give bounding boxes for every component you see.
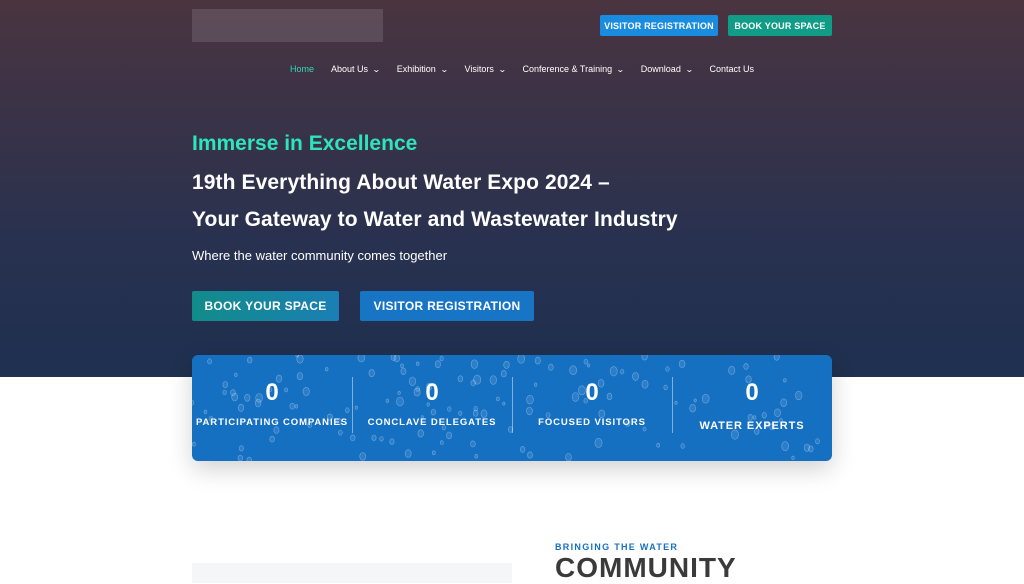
hero-visitor-registration-button[interactable]: VISITOR REGISTRATION: [360, 291, 534, 321]
stat-value: 0: [265, 379, 279, 406]
nav-item-exhibition[interactable]: Exhibition ⌄: [396, 64, 449, 74]
stat-label: CONCLAVE DELEGATES: [367, 417, 497, 428]
hero-headline-line1: 19th Everything About Water Expo 2024 –: [192, 171, 610, 194]
nav-item-label: Home: [290, 64, 315, 74]
stat-value: 0: [425, 379, 439, 406]
stat-label: WATER EXPERTS: [699, 420, 805, 432]
stat-value: 0: [585, 379, 599, 406]
chevron-down-icon: ⌄: [684, 64, 694, 74]
book-your-space-button[interactable]: BOOK YOUR SPACE: [728, 15, 832, 36]
nav-item-about-us[interactable]: About Us ⌄: [331, 64, 381, 74]
nav-item-download[interactable]: Download ⌄: [640, 64, 694, 74]
nav-item-label: Exhibition: [396, 64, 436, 74]
nav-item-label: Contact Us: [709, 64, 755, 74]
nav-item-visitors[interactable]: Visitors ⌄: [464, 64, 507, 74]
stat-value: 0: [745, 379, 759, 406]
stat-label: FOCUSED VISITORS: [538, 417, 646, 428]
stat-focused-visitors: 0 FOCUSED VISITORS: [512, 355, 672, 461]
stats-panel: 0 PARTICIPATING COMPANIES 0 CONCLAVE DEL…: [192, 355, 832, 461]
nav-item-home[interactable]: Home: [290, 64, 314, 74]
section-title: COMMUNITY: [555, 552, 737, 583]
stat-water-experts: 0 WATER EXPERTS: [672, 355, 832, 461]
section-eyebrow: BRINGING THE WATER: [555, 542, 679, 552]
stat-label: PARTICIPATING COMPANIES: [196, 417, 348, 428]
chevron-down-icon: ⌄: [616, 64, 625, 74]
hero-book-your-space-button[interactable]: BOOK YOUR SPACE: [192, 291, 339, 321]
nav-item-label: Visitors: [464, 64, 494, 74]
hero-section: VISITOR REGISTRATION BOOK YOUR SPACE Hom…: [0, 0, 1024, 377]
hero-headline-line2: Your Gateway to Water and Wastewater Ind…: [192, 208, 678, 231]
nav-item-contact-us[interactable]: Contact Us: [710, 64, 755, 74]
stat-conclave-delegates: 0 CONCLAVE DELEGATES: [352, 355, 512, 461]
chevron-down-icon: ⌄: [497, 64, 507, 74]
section-image: [192, 563, 512, 583]
chevron-down-icon: ⌄: [439, 64, 449, 74]
hero-tagline: Immerse in Excellence: [192, 132, 418, 155]
chevron-down-icon: ⌄: [372, 64, 381, 74]
nav-item-label: Conference & Training: [522, 64, 613, 74]
site-logo[interactable]: [192, 9, 383, 42]
hero-subline: Where the water community comes together: [192, 248, 448, 263]
stat-participating-companies: 0 PARTICIPATING COMPANIES: [192, 355, 352, 461]
nav-item-conference-training[interactable]: Conference & Training ⌄: [522, 64, 625, 74]
main-nav: Home About Us ⌄ Exhibition ⌄ Visitors ⌄ Con…: [290, 64, 771, 74]
visitor-registration-button[interactable]: VISITOR REGISTRATION: [600, 15, 718, 36]
nav-item-label: About Us: [331, 64, 369, 74]
nav-item-label: Download: [640, 64, 681, 74]
